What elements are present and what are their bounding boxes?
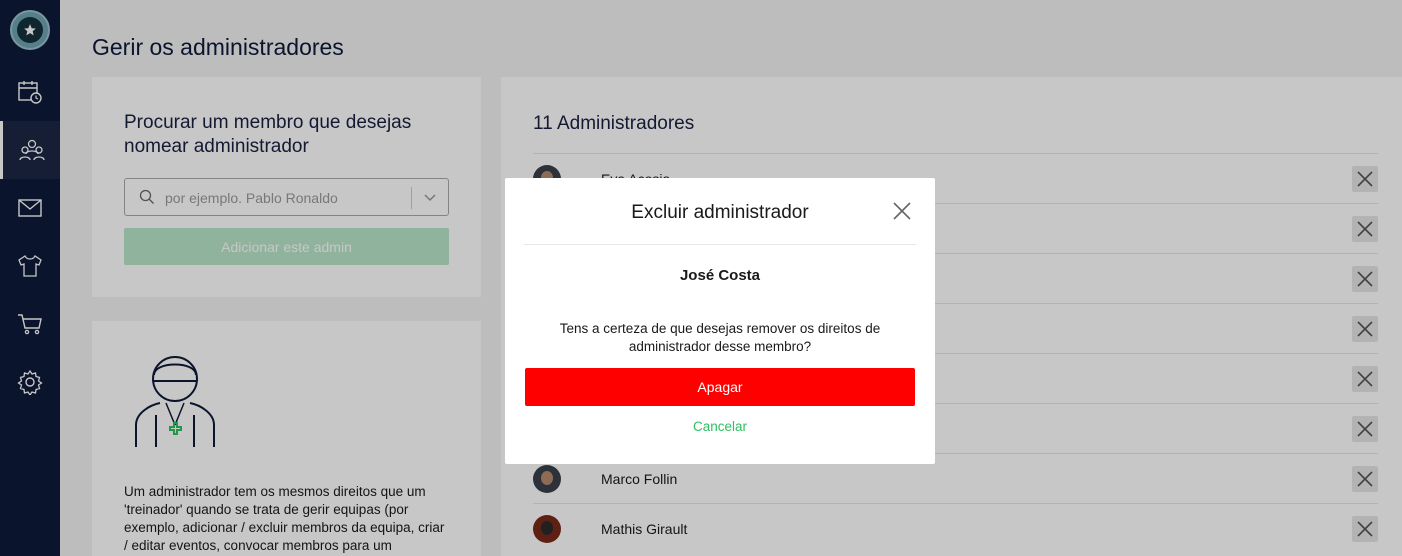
- confirm-question: Tens a certeza de que desejas remover os…: [559, 321, 881, 354]
- cancel-link[interactable]: Cancelar: [505, 419, 935, 434]
- close-icon[interactable]: [893, 202, 911, 220]
- delete-button[interactable]: Apagar: [525, 368, 915, 406]
- dialog-divider: [524, 244, 916, 245]
- member-name: José Costa: [679, 267, 761, 284]
- delete-admin-dialog: Excluir administrador José Costa Tens a …: [505, 178, 935, 464]
- dialog-title: Excluir administrador: [631, 202, 809, 223]
